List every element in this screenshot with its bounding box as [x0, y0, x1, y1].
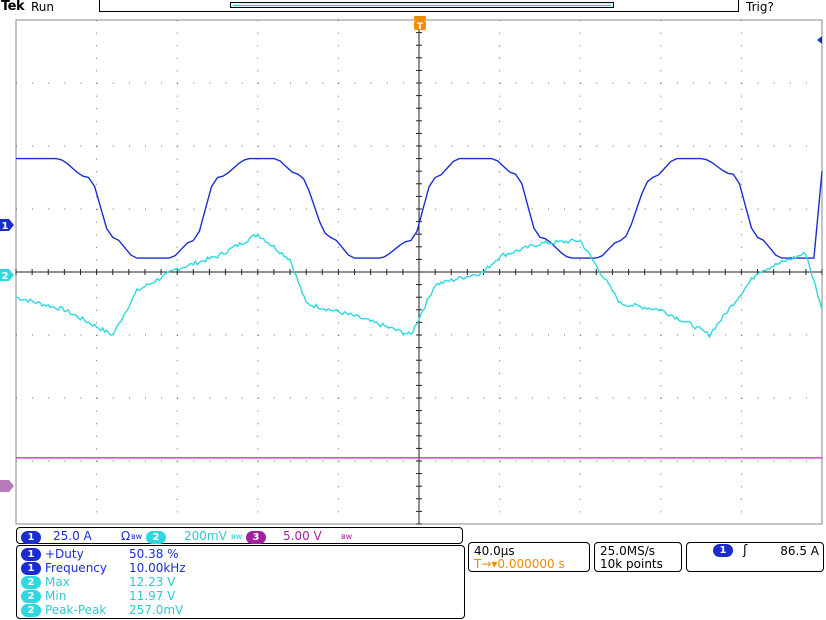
- meas-source-badge: 2: [21, 604, 41, 617]
- meas-value: 12.23 V: [129, 575, 176, 589]
- waveform-display[interactable]: T 1 2: [0, 16, 826, 526]
- horizontal-position-value: 0.000000 s: [497, 557, 565, 571]
- ch1-badge: 1: [21, 531, 41, 544]
- meas-name: Frequency: [45, 561, 107, 575]
- sample-rate: 25.0MS/s: [600, 544, 655, 558]
- ch2-badge: 2: [146, 531, 166, 544]
- ch1-scale: 25.0 A: [53, 529, 92, 543]
- trigger-level: 86.5 A: [780, 544, 819, 558]
- meas-name: +Duty: [45, 547, 84, 561]
- meas-name: Min: [45, 589, 67, 603]
- meas-source-badge: 1: [21, 562, 41, 575]
- ch3-readout[interactable]: 3: [246, 529, 266, 544]
- channel-readout-bar: 1 25.0 A Ω ʙᴡ 2 200mV ʙᴡ 3 5.00 V ʙᴡ: [16, 527, 463, 544]
- ch1-coupling: Ω: [121, 529, 131, 543]
- record-length-bar: [99, 0, 739, 12]
- meas-value: 257.0mV: [129, 603, 184, 617]
- trigger-position-marker[interactable]: T: [414, 16, 426, 32]
- record-view-window[interactable]: [230, 2, 614, 8]
- trigger-status: Trig?: [746, 0, 774, 14]
- ch3-scale: 5.00 V: [283, 529, 322, 543]
- ch1-readout[interactable]: 1: [21, 529, 41, 544]
- graticule: [15, 19, 823, 525]
- ch2-scale: 200mV: [184, 529, 227, 543]
- meas-source-badge: 2: [21, 576, 41, 589]
- meas-name: Peak-Peak: [45, 603, 107, 617]
- ch2-ground-marker[interactable]: 2: [0, 269, 14, 282]
- trigger-slope-icon: ʃ: [743, 543, 748, 558]
- record-length: 10k points: [600, 557, 663, 571]
- measurements-panel: 1 +Duty 50.38 % 1 Frequency 10.00kHz 2 M…: [16, 545, 465, 619]
- meas-value: 50.38 %: [129, 547, 179, 561]
- ch1-bw-flag: ʙᴡ: [131, 532, 143, 541]
- meas-value: 11.97 V: [129, 589, 176, 603]
- channel-markers: T 1 2: [0, 16, 822, 492]
- horizontal-scale: 40.0µs: [474, 544, 515, 558]
- ch2-bw-flag: ʙᴡ: [231, 532, 243, 541]
- brand-logo: Tek: [1, 0, 25, 14]
- acquisition-status: Run: [31, 0, 55, 14]
- ch3-badge: 3: [246, 531, 266, 544]
- ch3-ground-marker[interactable]: [0, 480, 14, 492]
- trigger-marker-label: T: [417, 22, 424, 32]
- meas-value: 10.00kHz: [129, 561, 186, 575]
- ch2-marker-label: 2: [2, 271, 9, 282]
- horizontal-position-prefix: T→▾: [474, 557, 498, 571]
- ch1-ground-marker[interactable]: 1: [0, 219, 14, 232]
- meas-name: Max: [45, 575, 70, 589]
- meas-source-badge: 2: [21, 590, 41, 603]
- trigger-readout[interactable]: 1 ʃ 86.5 A: [686, 542, 824, 572]
- trigger-level-arrow[interactable]: [817, 36, 822, 44]
- acquisition-readout[interactable]: 25.0MS/s 10k points: [594, 542, 682, 572]
- timebase-readout[interactable]: 40.0µs T→▾0.000000 s: [468, 542, 590, 572]
- ch3-bw-flag: ʙᴡ: [341, 532, 353, 541]
- trigger-source-badge: 1: [713, 544, 733, 557]
- top-status-bar: Tek Run Trig?: [0, 0, 826, 16]
- horizontal-position: T→▾0.000000 s: [474, 557, 565, 571]
- meas-source-badge: 1: [21, 548, 41, 561]
- ch1-marker-label: 1: [2, 221, 9, 232]
- ch2-readout[interactable]: 2: [146, 529, 166, 544]
